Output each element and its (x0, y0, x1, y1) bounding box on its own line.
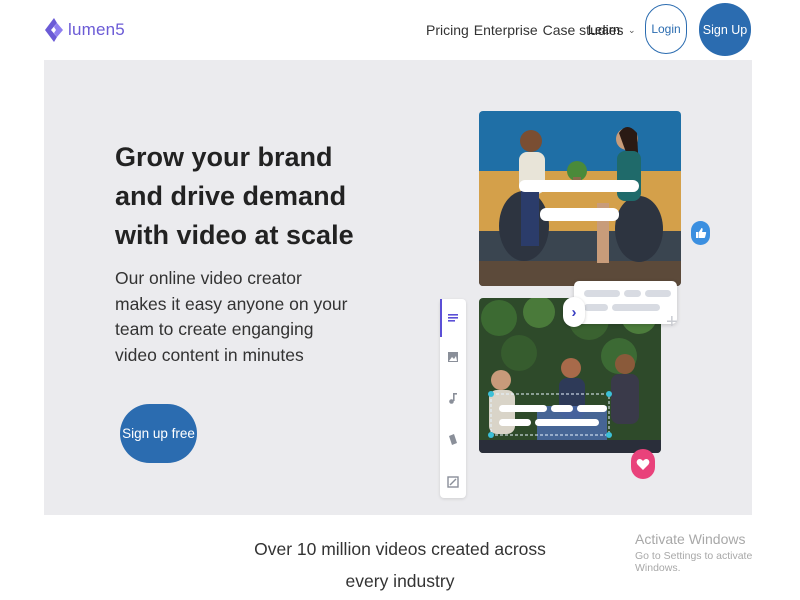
toolbar-active-indicator (440, 299, 442, 337)
card-line (645, 290, 671, 297)
lumen5-logo-icon (45, 18, 63, 42)
image-icon[interactable] (446, 350, 460, 364)
hero-subtitle: Our online video creator makes it easy a… (115, 268, 348, 365)
signup-free-button[interactable]: Sign up free (120, 404, 197, 463)
nav-pricing[interactable]: Pricing (426, 22, 469, 38)
text-style-card (574, 281, 677, 324)
resize-icon[interactable] (446, 475, 460, 489)
thumbs-up-icon (691, 221, 710, 245)
hero-title: Grow your brand and drive demand with vi… (115, 142, 354, 250)
login-button[interactable]: Login (645, 4, 687, 54)
stats-text: Over 10 million videos created across ev… (254, 539, 546, 591)
brand-icon[interactable] (446, 433, 460, 447)
text-icon[interactable] (446, 311, 460, 325)
nav-enterprise[interactable]: Enterprise (474, 22, 538, 38)
nav-learn-dropdown[interactable]: Learn ⌄ (588, 23, 636, 37)
card-line (624, 290, 641, 297)
plus-icon: + (666, 311, 678, 333)
lumen5-logo[interactable]: lumen5 (44, 17, 125, 43)
watermark-subtitle: Go to Settings to activate Windows. (635, 550, 753, 574)
music-icon[interactable] (446, 391, 460, 405)
brand-name: lumen5 (68, 20, 125, 39)
editor-toolbar (440, 299, 466, 498)
site-header: lumen5 Pricing Enterprise Case studies L… (0, 0, 800, 60)
watermark-title: Activate Windows (635, 531, 746, 547)
card-line (584, 304, 608, 311)
card-line (584, 290, 620, 297)
chevron-right-icon[interactable]: › (563, 297, 585, 327)
card-line (612, 304, 660, 311)
windows-activation-watermark: Activate Windows Go to Settings to activ… (635, 531, 800, 574)
meeting-photo (479, 111, 681, 286)
chevron-down-icon: ⌄ (627, 24, 636, 35)
heart-icon (631, 449, 655, 479)
signup-button[interactable]: Sign Up (699, 3, 751, 56)
nav-learn-label: Learn (588, 23, 620, 37)
